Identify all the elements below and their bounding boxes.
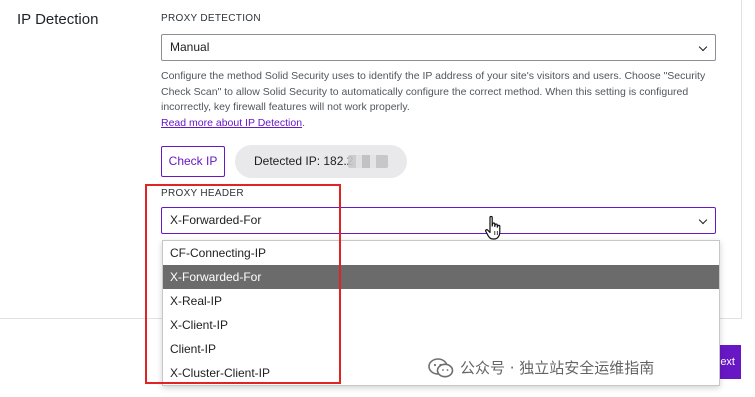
proxy-detection-label: PROXY DETECTION: [161, 13, 261, 24]
section-title: IP Detection: [17, 11, 99, 28]
watermark-text: 公众号 · 独立站安全运维指南: [460, 359, 655, 377]
annotation-highlight-box: [145, 184, 341, 384]
read-more-link[interactable]: Read more about IP Detection: [161, 117, 302, 129]
check-ip-button[interactable]: Check IP: [161, 146, 225, 177]
help-text-body: Configure the method Solid Security uses…: [161, 70, 706, 113]
wechat-icon: [428, 358, 454, 378]
chevron-down-icon: [698, 215, 708, 225]
help-link-suffix: .: [302, 116, 305, 129]
hand-pointer-icon: [485, 215, 501, 240]
proxy-detection-help: Configure the method Solid Security uses…: [161, 69, 721, 131]
proxy-detection-value: Manual: [170, 40, 210, 54]
detected-ip-text: Detected IP: 182.2: [254, 154, 354, 168]
redacted-ip-mask: [348, 155, 388, 168]
chevron-down-icon: [698, 42, 708, 52]
proxy-detection-select[interactable]: Manual: [161, 34, 716, 61]
